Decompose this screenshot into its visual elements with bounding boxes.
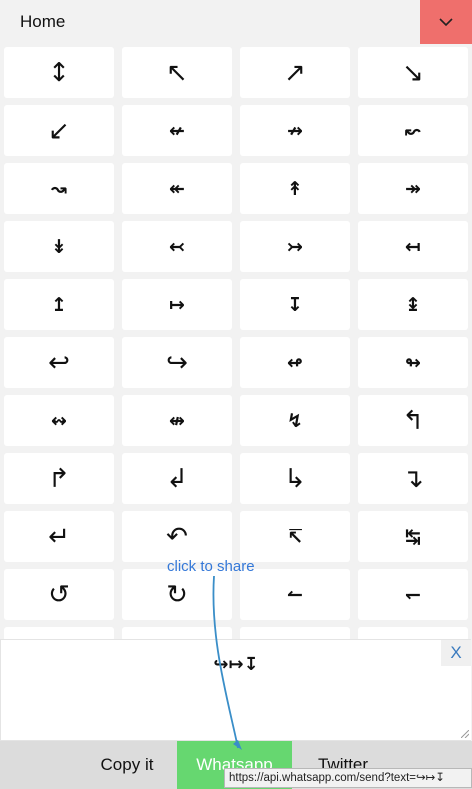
page-title: Home xyxy=(20,12,66,31)
share-hint: click to share xyxy=(167,558,255,575)
arrow-cell[interactable]: ↸ xyxy=(240,511,350,562)
arrow-cell[interactable]: ↴ xyxy=(358,453,468,504)
arrow-cell[interactable]: ↬ xyxy=(358,337,468,388)
arrow-grid: ↕ ↖ ↗ ↘ ↙ ↚ ↛ ↜ ↝ ↞ ↟ ↠ ↡ ↢ ↣ ↤ ↥ ↦ ↧ ↨ ↩ ↪ ↫ ↬ ↭ ↮ ↯ ↰ ↱ ↲ ↳ ↴ ↵ ↶ ↸ ↹ ↺ ↻ ↼ ↽ xyxy=(4,47,468,641)
copy-button[interactable]: Copy it xyxy=(74,741,180,789)
arrow-cell[interactable]: ↚ xyxy=(122,105,232,156)
arrow-cell[interactable]: ↵ xyxy=(4,511,114,562)
arrow-cell[interactable]: ↥ xyxy=(4,279,114,330)
arrow-cell[interactable]: ↺ xyxy=(4,569,114,620)
arrow-cell[interactable]: ↰ xyxy=(358,395,468,446)
arrow-cell[interactable]: ↝ xyxy=(4,163,114,214)
arrow-cell[interactable]: ↢ xyxy=(122,221,232,272)
chevron-down-icon xyxy=(439,18,453,27)
arrow-cell[interactable]: ↯ xyxy=(240,395,350,446)
url-tooltip: https://api.whatsapp.com/send?text=↪↦↧ xyxy=(224,768,472,788)
arrow-cell[interactable]: ↦ xyxy=(122,279,232,330)
arrow-cell[interactable]: ↳ xyxy=(240,453,350,504)
arrow-cell[interactable]: ↲ xyxy=(122,453,232,504)
arrow-cell[interactable]: ↽ xyxy=(358,569,468,620)
arrow-cell[interactable]: ↩ xyxy=(4,337,114,388)
arrow-cell[interactable]: ↛ xyxy=(240,105,350,156)
arrow-cell[interactable]: ↹ xyxy=(358,511,468,562)
arrow-cell[interactable]: ↕ xyxy=(4,47,114,98)
arrow-cell[interactable]: ↧ xyxy=(240,279,350,330)
arrow-cell[interactable]: ↟ xyxy=(240,163,350,214)
arrow-cell[interactable]: ↣ xyxy=(240,221,350,272)
arrow-cell[interactable]: ↤ xyxy=(358,221,468,272)
arrow-cell[interactable]: ↻ xyxy=(122,569,232,620)
arrow-cell[interactable]: ↗ xyxy=(240,47,350,98)
arrow-cell[interactable]: ↠ xyxy=(358,163,468,214)
arrow-cell[interactable]: ↱ xyxy=(4,453,114,504)
arrow-cell[interactable]: ↜ xyxy=(358,105,468,156)
arrow-cell[interactable]: ↮ xyxy=(122,395,232,446)
share-text: ↪↦↧ xyxy=(213,654,259,675)
top-bar: Home xyxy=(0,0,472,44)
close-button[interactable]: X xyxy=(441,640,471,666)
resize-grip-icon[interactable] xyxy=(461,730,469,738)
arrow-cell[interactable]: ↶ xyxy=(122,511,232,562)
arrow-cell[interactable]: ↡ xyxy=(4,221,114,272)
arrow-cell[interactable]: ↫ xyxy=(240,337,350,388)
arrow-cell[interactable]: ↪ xyxy=(122,337,232,388)
arrow-cell[interactable]: ↖ xyxy=(122,47,232,98)
share-text-area[interactable]: ↪↦↧ X xyxy=(0,639,471,741)
arrow-cell[interactable]: ↨ xyxy=(358,279,468,330)
menu-toggle-button[interactable] xyxy=(420,0,472,44)
arrow-cell[interactable]: ↘ xyxy=(358,47,468,98)
arrow-cell[interactable]: ↙ xyxy=(4,105,114,156)
arrow-cell[interactable]: ↭ xyxy=(4,395,114,446)
arrow-cell[interactable]: ↞ xyxy=(122,163,232,214)
arrow-cell[interactable]: ↼ xyxy=(240,569,350,620)
